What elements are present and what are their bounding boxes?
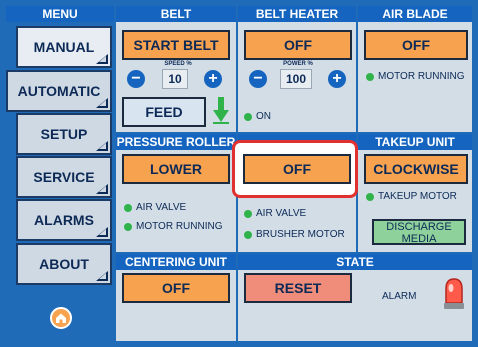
belt-header: BELT xyxy=(116,6,236,22)
pr-motor-led xyxy=(124,223,132,231)
home-button[interactable] xyxy=(50,307,72,329)
nav-automatic-label: AUTOMATIC xyxy=(17,83,101,99)
belt-heater-off-button[interactable]: OFF xyxy=(244,30,352,60)
power-value: 100 xyxy=(280,69,312,89)
air-blade-motor-text: MOTOR RUNNING xyxy=(378,71,465,82)
state-header: STATE xyxy=(238,254,472,270)
belt-heater-header: BELT HEATER xyxy=(238,6,356,22)
discharge-media-button[interactable]: DISCHARGE MEDIA xyxy=(372,219,466,245)
home-icon xyxy=(56,313,66,323)
air-blade-off-button[interactable]: OFF xyxy=(364,30,468,60)
nav-about-label: ABOUT xyxy=(39,256,89,272)
centering-off-button[interactable]: OFF xyxy=(122,273,230,303)
br-motor-text: BRUSHER MOTOR xyxy=(256,229,345,240)
discharge-media-label: DISCHARGE MEDIA xyxy=(386,221,452,245)
feed-button[interactable]: FEED xyxy=(122,97,206,127)
nav-manual[interactable]: MANUAL xyxy=(16,26,112,68)
clockwise-button[interactable]: CLOCKWISE xyxy=(364,154,468,184)
br-air-valve-text: AIR VALVE xyxy=(256,208,307,219)
pr-air-valve-led xyxy=(124,204,132,212)
nav-service[interactable]: SERVICE xyxy=(16,156,112,198)
power-minus-button[interactable]: − xyxy=(249,70,267,88)
alarm-label: ALARM xyxy=(382,291,417,302)
speed-plus-button[interactable]: + xyxy=(204,70,222,88)
air-blade-header: AIR BLADE xyxy=(358,6,472,22)
power-plus-button[interactable]: + xyxy=(328,70,346,88)
nav-setup-label: SETUP xyxy=(40,126,88,142)
takeup-header: TAKEUP UNIT xyxy=(358,134,472,150)
power-caption: POWER % xyxy=(283,61,313,67)
nav-alarms-label: ALARMS xyxy=(34,212,94,228)
alarm-beacon-icon xyxy=(444,278,464,309)
pr-motor-text: MOTOR RUNNING xyxy=(136,221,223,232)
pressure-roller-header: PRESSURE ROLLER xyxy=(116,134,236,150)
nav-automatic[interactable]: AUTOMATIC xyxy=(6,70,112,112)
nav-alarms[interactable]: ALARMS xyxy=(16,199,112,241)
br-motor-led xyxy=(244,231,252,239)
takeup-motor-led xyxy=(366,193,374,201)
pr-air-valve-text: AIR VALVE xyxy=(136,202,187,213)
heater-status-led xyxy=(244,113,252,121)
nav-setup[interactable]: SETUP xyxy=(16,113,112,155)
nav-manual-label: MANUAL xyxy=(33,39,95,55)
nav-service-label: SERVICE xyxy=(33,169,95,185)
lower-button[interactable]: LOWER xyxy=(122,154,230,184)
reset-button[interactable]: RESET xyxy=(244,273,352,303)
speed-minus-button[interactable]: − xyxy=(127,70,145,88)
takeup-motor-text: TAKEUP MOTOR xyxy=(378,191,457,202)
centering-header: CENTERING UNIT xyxy=(116,254,236,270)
br-air-valve-led xyxy=(244,210,252,218)
air-blade-motor-led xyxy=(366,73,374,81)
menu-header: MENU xyxy=(6,6,114,22)
heater-status-text: ON xyxy=(256,111,271,122)
speed-caption: SPEED % xyxy=(164,61,192,67)
down-arrow-icon xyxy=(213,97,229,124)
speed-value: 10 xyxy=(162,69,188,89)
start-belt-button[interactable]: START BELT xyxy=(122,30,230,60)
nav-about[interactable]: ABOUT xyxy=(16,243,112,285)
brusher-off-button[interactable]: OFF xyxy=(243,154,351,184)
